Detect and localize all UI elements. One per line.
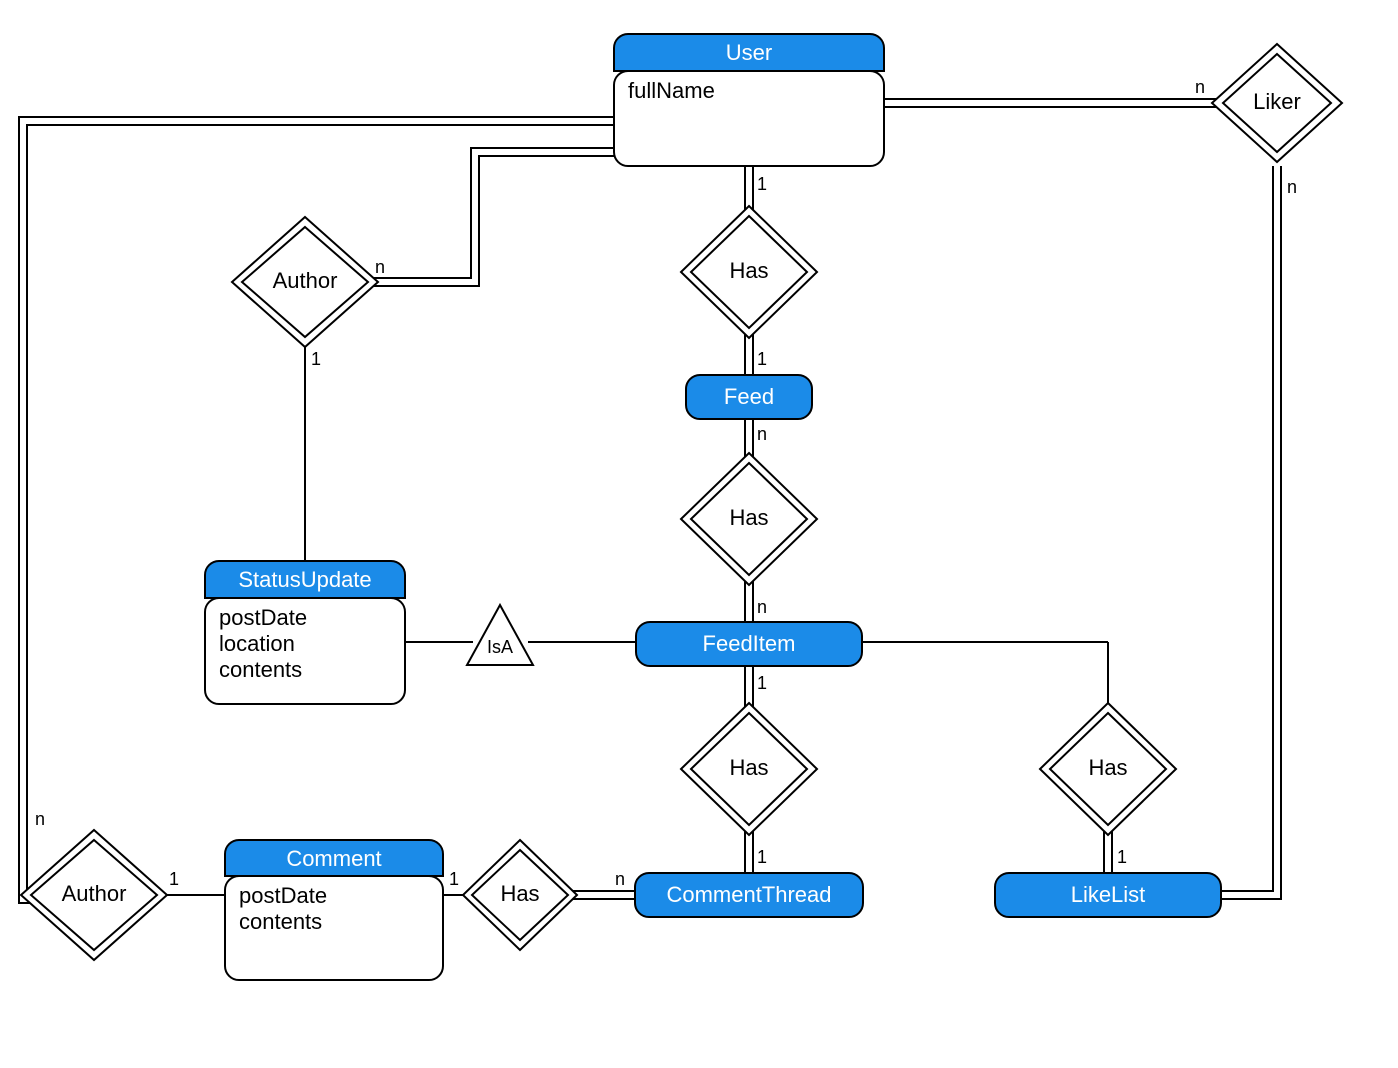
rel-author-bottom: Author: [21, 830, 167, 960]
rel-has-feeditem-ct-label: Has: [729, 755, 768, 780]
entity-feeditem: FeedItem: [636, 622, 862, 666]
rel-has-feeditem-ct: Has: [681, 703, 817, 835]
rel-has-feed-feeditem-label: Has: [729, 505, 768, 530]
card-author-top-n: n: [375, 257, 385, 277]
card-feeditem-ct: 1: [757, 673, 767, 693]
edge-feeditem-has-likelist: [862, 642, 1108, 715]
rel-isa: IsA: [467, 605, 533, 665]
card-comment-has: 1: [449, 869, 459, 889]
rel-has-user-feed: Has: [681, 206, 817, 338]
card-ct-hascomment: n: [615, 869, 625, 889]
entity-likelist-title: LikeList: [1071, 882, 1146, 907]
entity-user: User fullName: [614, 34, 884, 166]
card-feeditem-top: n: [757, 597, 767, 617]
entity-comment-attr-1: contents: [239, 909, 322, 934]
edge-likelist-liker: n: [1222, 166, 1297, 899]
rel-has-likelist: Has: [1040, 703, 1176, 835]
edge-statusupdate-author: 1: [305, 335, 321, 561]
entity-commentthread-title: CommentThread: [666, 882, 831, 907]
entity-statusupdate-title: StatusUpdate: [238, 567, 371, 592]
card-ct-top: 1: [757, 847, 767, 867]
entity-comment-title: Comment: [286, 846, 381, 871]
rel-isa-label: IsA: [487, 637, 513, 657]
card-statusupdate-author: 1: [311, 349, 321, 369]
rel-author-top: Author: [232, 217, 378, 347]
rel-author-bottom-label: Author: [62, 881, 127, 906]
entity-commentthread: CommentThread: [635, 873, 863, 917]
card-feed-top: 1: [757, 349, 767, 369]
entity-feeditem-title: FeedItem: [703, 631, 796, 656]
entity-likelist: LikeList: [995, 873, 1221, 917]
rel-has-feed-feeditem: Has: [681, 453, 817, 585]
card-likelist-liker: n: [1287, 177, 1297, 197]
card-likelist-top: 1: [1117, 847, 1127, 867]
card-user-hasfeed: 1: [757, 174, 767, 194]
entity-user-title: User: [726, 40, 772, 65]
entity-feed: Feed: [686, 375, 812, 419]
card-feed-bottom: n: [757, 424, 767, 444]
card-author-bottom-n: n: [35, 809, 45, 829]
rel-has-user-feed-label: Has: [729, 258, 768, 283]
er-diagram: 1 1 n n 1 1 n 1 1: [0, 0, 1398, 1068]
rel-has-comment-label: Has: [500, 881, 539, 906]
entity-comment-attr-0: postDate: [239, 883, 327, 908]
entity-statusupdate: StatusUpdate postDate location contents: [205, 561, 405, 704]
entity-statusupdate-attr-0: postDate: [219, 605, 307, 630]
card-user-liker: n: [1195, 77, 1205, 97]
rel-has-likelist-label: Has: [1088, 755, 1127, 780]
entity-user-attr-0: fullName: [628, 78, 715, 103]
rel-liker: Liker: [1212, 44, 1342, 162]
edge-liker-user: n: [884, 77, 1228, 107]
rel-author-top-label: Author: [273, 268, 338, 293]
entity-feed-title: Feed: [724, 384, 774, 409]
entity-comment: Comment postDate contents: [225, 840, 443, 980]
rel-liker-label: Liker: [1253, 89, 1301, 114]
entity-statusupdate-attr-1: location: [219, 631, 295, 656]
card-comment-author: 1: [169, 869, 179, 889]
rel-has-comment: Has: [463, 840, 577, 950]
edge-author-top-user: n: [357, 148, 614, 286]
entity-statusupdate-attr-2: contents: [219, 657, 302, 682]
